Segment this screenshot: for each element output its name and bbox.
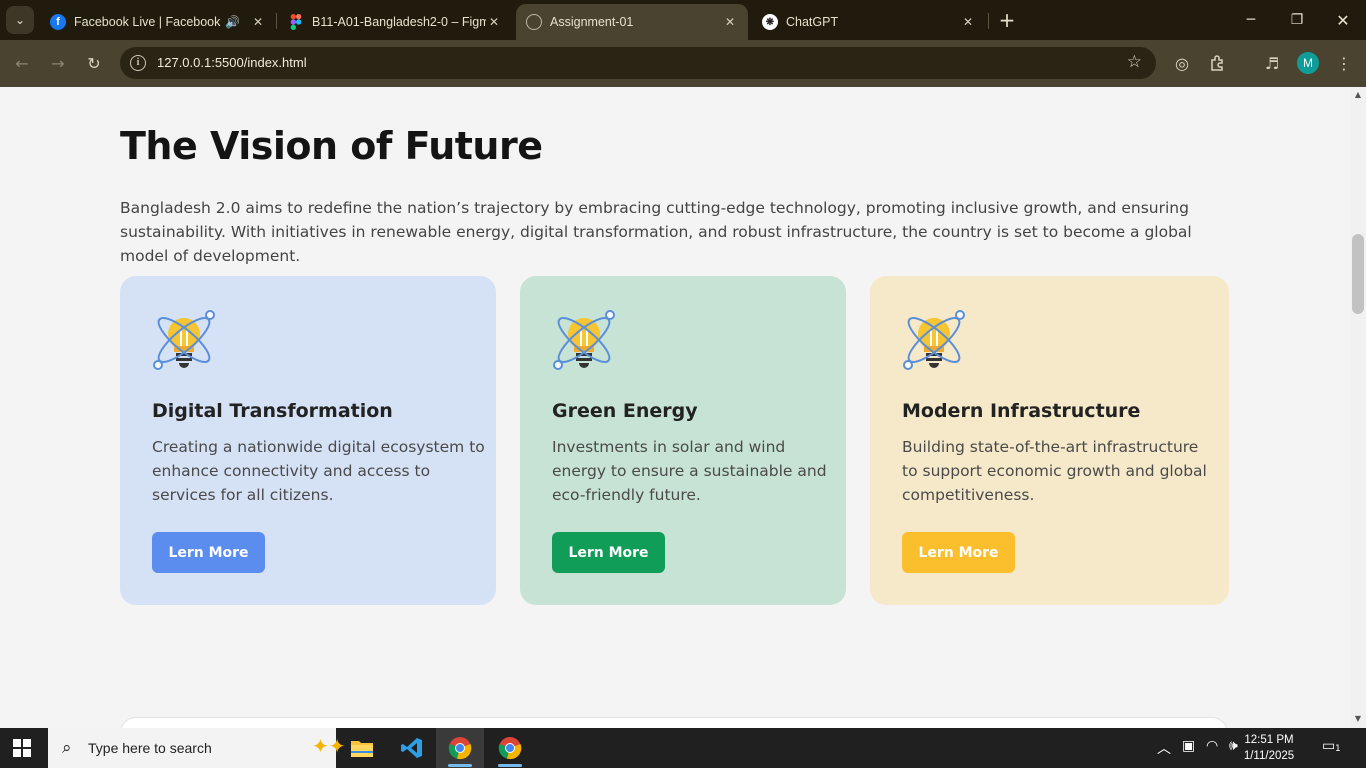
card-modern-infrastructure: Modern Infrastructure Building state-of-… [870, 276, 1229, 605]
notification-icon[interactable]: ▭ 1 [1322, 738, 1344, 758]
card-digital-transformation: Digital Transformation Creating a nation… [120, 276, 496, 605]
card-heading: Digital Transformation [152, 400, 393, 422]
globe-icon [526, 14, 542, 30]
file-explorer-icon[interactable] [338, 728, 386, 768]
close-icon[interactable]: ✕ [722, 15, 738, 29]
forward-button[interactable]: → [44, 49, 72, 77]
learn-more-button[interactable]: Lern More [902, 532, 1015, 573]
chatgpt-icon: ❋ [762, 14, 778, 30]
scrollbar-thumb[interactable] [1352, 234, 1364, 314]
search-placeholder: Type here to search [88, 740, 212, 756]
close-icon[interactable]: ✕ [486, 15, 502, 29]
figma-icon [288, 14, 304, 30]
vscode-icon[interactable] [388, 728, 436, 768]
tab-search-button[interactable]: ⌄ [6, 6, 34, 34]
meet-now-icon[interactable]: ▣ [1182, 738, 1195, 754]
card-description-line: eco-friendly future. [552, 486, 701, 504]
reload-button[interactable]: ↻ [80, 49, 108, 77]
notification-count: 1 [1334, 744, 1342, 754]
card-description-line: Building state-of-the-art infrastructure [902, 438, 1199, 456]
tab-title: ChatGPT [786, 15, 839, 29]
extensions-icon[interactable] [1204, 49, 1232, 77]
page-scrollbar[interactable]: ▲ ▼ [1350, 87, 1366, 728]
media-control-icon[interactable]: ♬ [1258, 49, 1286, 77]
tab-title: Assignment-01 [550, 15, 634, 29]
card-description: Investments in solar and wind energy to … [552, 435, 827, 507]
card-description-line: enhance connectivity and access to [152, 462, 431, 480]
tab-facebook[interactable]: f Facebook Live | Facebook 🔊 ✕ [40, 4, 276, 40]
speaker-icon[interactable]: 🔊 [225, 15, 240, 29]
restore-button[interactable]: ❐ [1274, 0, 1320, 40]
scroll-down-icon[interactable]: ▼ [1354, 715, 1362, 723]
close-icon[interactable]: ✕ [960, 15, 976, 29]
card-description: Creating a nationwide digital ecosystem … [152, 435, 485, 507]
new-tab-button[interactable]: + [994, 6, 1020, 34]
info-icon[interactable]: i [130, 55, 146, 71]
windows-start-button[interactable] [13, 739, 31, 757]
tab-divider [276, 13, 277, 29]
page-title: The Vision of Future [120, 124, 543, 168]
clock-date: 1/11/2025 [1243, 750, 1295, 762]
card-heading: Modern Infrastructure [902, 400, 1141, 422]
card-description: Building state-of-the-art infrastructure… [902, 435, 1207, 507]
card-heading: Green Energy [552, 400, 698, 422]
search-icon: ⌕ [62, 738, 72, 758]
address-bar[interactable]: i 127.0.0.1:5500/index.html ☆ [120, 47, 1156, 79]
minimize-button[interactable]: ─ [1228, 0, 1274, 40]
tab-title: B11-A01-Bangladesh2-0 – Figma [312, 15, 486, 29]
lightbulb-atom-icon [553, 310, 615, 370]
card-green-energy: Green Energy Investments in solar and wi… [520, 276, 846, 605]
back-button[interactable]: ← [8, 49, 36, 77]
facebook-icon: f [50, 14, 66, 30]
bookmark-star-icon[interactable]: ☆ [1127, 52, 1142, 72]
chrome-profile-icon[interactable] [486, 728, 534, 768]
tab-assignment[interactable]: Assignment-01 ✕ [516, 4, 748, 40]
tab-figma[interactable]: B11-A01-Bangladesh2-0 – Figma ✕ [278, 4, 512, 40]
system-clock[interactable]: 12:51 PM 1/11/2025 [1240, 732, 1298, 764]
next-section-card [120, 717, 1228, 728]
chrome-icon[interactable] [436, 728, 484, 768]
lightbulb-atom-icon [903, 310, 965, 370]
clock-time: 12:51 PM [1244, 734, 1294, 746]
volume-icon[interactable]: 🕪 [1229, 738, 1238, 754]
card-description-line: competitiveness. [902, 486, 1035, 504]
learn-more-button[interactable]: Lern More [152, 532, 265, 573]
intro-paragraph: Bangladesh 2.0 aims to redefine the nati… [120, 199, 1192, 265]
browser-tab-bar: ⌄ f Facebook Live | Facebook 🔊 ✕ B11-A01… [0, 0, 1366, 40]
tab-chatgpt[interactable]: ❋ ChatGPT ✕ [752, 4, 986, 40]
card-description-line: Investments in solar and wind [552, 438, 786, 456]
menu-icon[interactable]: ⋮ [1330, 49, 1358, 77]
wifi-icon[interactable]: ◠ [1206, 738, 1218, 754]
lens-icon[interactable]: ◎ [1168, 49, 1196, 77]
card-description-line: services for all citizens. [152, 486, 334, 504]
page-viewport: The Vision of Future Bangladesh 2.0 aims… [0, 87, 1350, 728]
close-window-button[interactable]: ✕ [1320, 0, 1366, 40]
card-description-line: Creating a nationwide digital ecosystem … [152, 438, 485, 456]
scroll-up-icon[interactable]: ▲ [1354, 91, 1362, 99]
profile-avatar[interactable]: M [1297, 52, 1319, 74]
tab-divider [988, 13, 989, 29]
learn-more-button[interactable]: Lern More [552, 532, 665, 573]
url-text[interactable]: 127.0.0.1:5500/index.html [157, 55, 307, 70]
lightbulb-atom-icon [153, 310, 215, 370]
card-description-line: to support economic growth and global [902, 462, 1207, 480]
taskbar-search[interactable]: ⌕ Type here to search ✦✦ [48, 728, 346, 768]
browser-toolbar: ← → ↻ i 127.0.0.1:5500/index.html ☆ ◎ ♬ … [0, 40, 1366, 87]
chevron-up-icon[interactable]: ︿ [1157, 738, 1171, 758]
tab-title: Facebook Live | Facebook [74, 15, 221, 29]
close-icon[interactable]: ✕ [250, 15, 266, 29]
windows-taskbar: ⌕ Type here to search ✦✦ ︿ ▣ ◠ 🕪 12:51 P… [0, 728, 1366, 768]
card-description-line: energy to ensure a sustainable and [552, 462, 827, 480]
